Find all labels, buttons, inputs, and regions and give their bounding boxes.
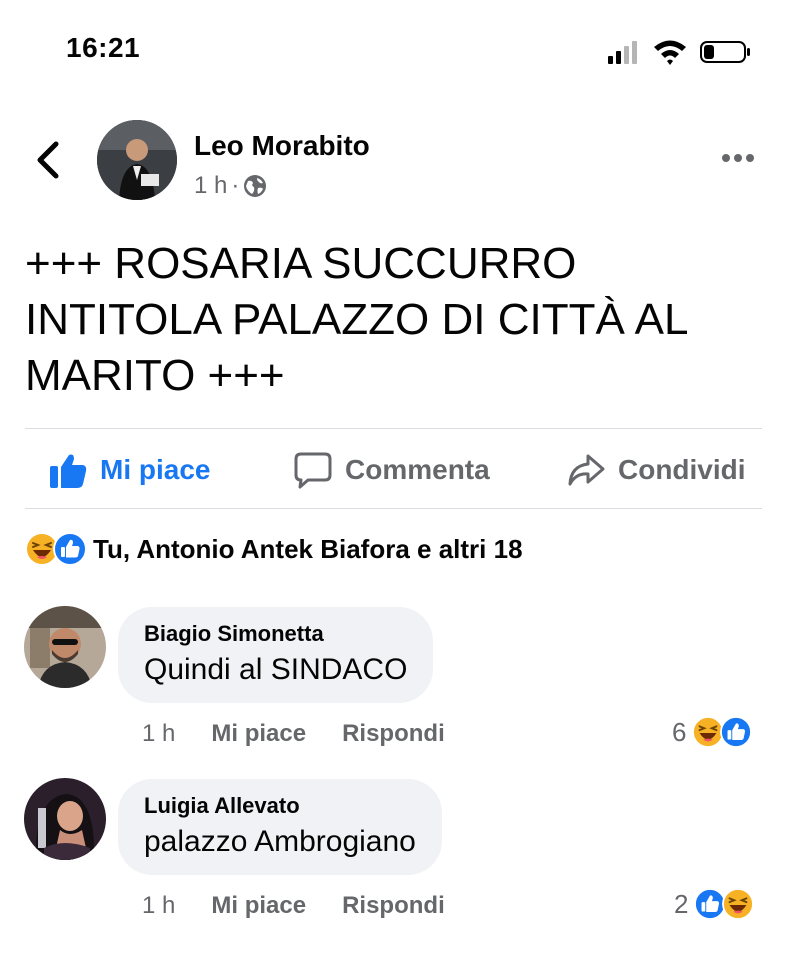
comment-reaction-count[interactable]: 2 <box>674 888 755 920</box>
haha-icon <box>722 888 755 920</box>
share-button[interactable]: Condividi <box>566 446 746 494</box>
post-author[interactable]: Leo Morabito <box>194 130 370 162</box>
comment-reply-button[interactable]: Rispondi <box>342 892 445 920</box>
reactions-text: Tu, Antonio Antek Biafora e altri 18 <box>93 533 523 564</box>
cellular-signal-icon <box>608 41 637 64</box>
comment-reply-button[interactable]: Rispondi <box>342 720 445 748</box>
comment-author[interactable]: Luigia Allevato <box>144 793 416 819</box>
reactions-summary[interactable]: Tu, Antonio Antek Biafora e altri 18 <box>25 532 523 566</box>
status-icons <box>608 40 750 65</box>
post-time[interactable]: 1 h <box>194 172 227 200</box>
comment-text: palazzo Ambrogiano <box>144 825 416 858</box>
comment-reaction-count[interactable]: 6 <box>672 716 753 748</box>
status-time: 16:21 <box>66 32 141 63</box>
meta-separator: · <box>231 172 240 199</box>
commenter-photo <box>24 606 106 688</box>
more-options-icon[interactable] <box>718 146 758 170</box>
comment-bubble[interactable]: Luigia Allevato palazzo Ambrogiano <box>118 779 442 875</box>
comment-bubble[interactable]: Biagio Simonetta Quindi al SINDACO <box>118 607 434 703</box>
comment-icon <box>294 452 332 489</box>
divider-bottom <box>25 508 762 509</box>
author-photo <box>97 120 177 200</box>
back-icon[interactable] <box>30 140 66 180</box>
comment-like-button[interactable]: Mi piace <box>211 892 306 920</box>
commenter-photo <box>24 778 106 860</box>
comment-avatar[interactable] <box>24 778 106 860</box>
share-icon <box>568 454 605 486</box>
comment-reaction-number: 2 <box>674 888 689 919</box>
like-icon <box>720 716 753 748</box>
thumbs-up-icon <box>50 454 87 488</box>
share-label: Condividi <box>618 454 746 485</box>
like-button[interactable]: Mi piace <box>48 446 210 494</box>
post-meta: 1 h · <box>194 172 267 200</box>
globe-icon <box>244 175 267 197</box>
comment-button[interactable]: Commenta <box>293 446 490 494</box>
like-icon <box>53 532 87 566</box>
author-avatar[interactable] <box>97 120 177 200</box>
divider-top <box>25 428 762 429</box>
comment-author[interactable]: Biagio Simonetta <box>144 621 407 647</box>
wifi-icon <box>654 40 686 65</box>
comment-label: Commenta <box>345 454 490 485</box>
comment-like-button[interactable]: Mi piace <box>211 720 306 748</box>
battery-icon <box>700 41 750 63</box>
comment-actions: 1 h Mi piace Rispondi <box>142 892 445 920</box>
like-label: Mi piace <box>100 454 211 485</box>
comment-text: Quindi al SINDACO <box>144 653 408 686</box>
post-text: +++ ROSARIA SUCCURRO INTITOLA PALAZZO DI… <box>25 239 687 400</box>
comment-avatar[interactable] <box>24 606 106 688</box>
comment-actions: 1 h Mi piace Rispondi <box>142 720 445 748</box>
comment-time: 1 h <box>142 720 176 747</box>
comment-reaction-number: 6 <box>672 716 687 747</box>
comment-time: 1 h <box>142 892 176 919</box>
